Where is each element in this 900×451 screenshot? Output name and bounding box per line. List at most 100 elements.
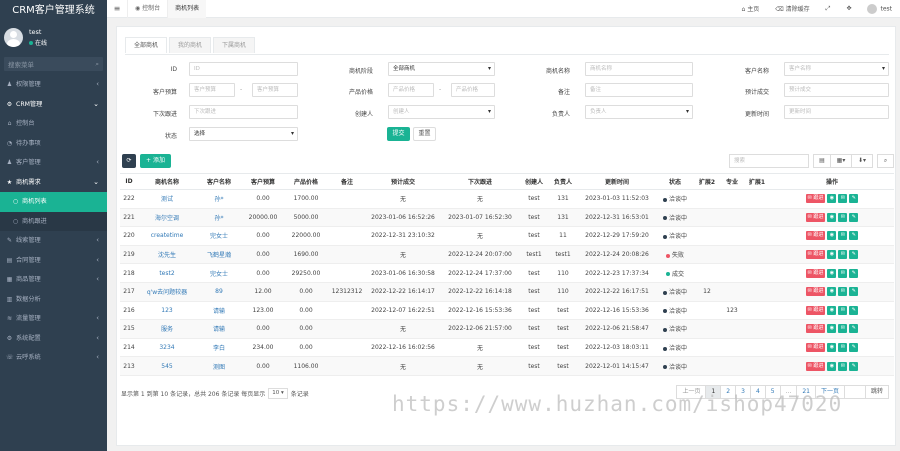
col-next-followup[interactable]: 下次跟进 [440,173,520,190]
table-cell-link[interactable]: q'w去问题较器 [138,282,196,302]
price-max-input[interactable]: 产品价格 [451,83,495,97]
message-button[interactable]: ✉ [838,361,848,371]
stage-select[interactable]: 全部商机 [388,62,495,76]
sidebar-item-products[interactable]: ▦ 商品管理 ‹ [0,270,107,290]
next-followup-input[interactable]: 下次跟进 [189,105,298,119]
table-cell-link[interactable]: test2 [138,263,196,283]
tab-dashboard[interactable]: ◉ 控制台 [127,0,167,18]
col-price[interactable]: 产品价格 [284,173,328,190]
search-icon[interactable]: ⌕ [95,60,99,69]
table-cell-link[interactable]: 89 [196,282,242,302]
tab-opportunity-list[interactable]: 商机列表 [167,0,207,18]
view-button[interactable]: ◉ [827,343,837,353]
table-cell-link[interactable]: 测图 [196,356,242,376]
view-button[interactable]: ◉ [827,250,837,260]
table-cell-link[interactable]: 测试 [138,189,196,209]
table-cell-link[interactable]: 海尔空调 [138,208,196,228]
col-expected[interactable]: 预计成交 [366,173,440,190]
columns-dropdown-icon[interactable]: ▦▾ [830,154,852,168]
menu-toggle-icon[interactable]: ≡ [107,4,127,13]
col-remark[interactable]: 备注 [328,173,366,190]
price-min-input[interactable]: 产品价格 [388,83,434,97]
status-select[interactable]: 选择 [189,127,298,141]
tab-all-opportunities[interactable]: 全部商机 [125,37,168,53]
table-cell-link[interactable]: 545 [138,356,196,376]
edit-button[interactable]: ✎ [849,324,859,334]
budget-max-input[interactable]: 客户预算 [252,83,298,97]
col-budget[interactable]: 客户预算 [242,173,284,190]
table-search-input[interactable]: 搜索 [729,154,809,168]
jump-button[interactable]: 跳转 [864,385,889,399]
table-cell-link[interactable]: 服务 [138,319,196,339]
page-jump-input[interactable] [843,385,866,399]
edit-button[interactable]: ✎ [849,305,859,315]
col-id[interactable]: ID [120,173,138,190]
creator-select[interactable]: 创建人 [388,105,495,119]
sidebar-item-leads[interactable]: ✎ 线索管理 ‹ [0,231,107,251]
message-button[interactable]: ✉ [838,343,848,353]
table-cell-link[interactable]: 123 [138,301,196,321]
followup-button[interactable]: ✉ 跟进 [805,305,826,315]
view-button[interactable]: ◉ [827,194,837,204]
fullscreen-icon[interactable]: ⤢ [818,5,839,13]
view-button[interactable]: ◉ [827,287,837,297]
sidebar-search[interactable]: 搜索菜单 ⌕ [4,57,103,71]
table-cell-link[interactable]: 飞鹤星瀚 [196,245,242,265]
id-input[interactable]: ID [189,62,298,76]
view-button[interactable]: ◉ [827,305,837,315]
table-cell-link[interactable]: 孙* [196,208,242,228]
message-button[interactable]: ✉ [838,212,848,222]
sidebar-item-opportunities[interactable]: ★ 商机需求 ⌄ [0,173,107,193]
view-button[interactable]: ◉ [827,268,837,278]
col-status[interactable]: 状态 [656,173,694,190]
col-creator[interactable]: 创建人 [520,173,548,190]
view-button[interactable]: ◉ [827,212,837,222]
sidebar-item-cloudcall[interactable]: ☏ 云呼系统 ‹ [0,348,107,368]
toggle-view-icon[interactable]: ▤ [813,154,831,168]
sidebar-item-customers[interactable]: ♟ 客户管理 ‹ [0,153,107,173]
clear-cache-button[interactable]: ⌫ 清除缓存 [767,4,817,13]
col-customer[interactable]: 客户名称 [196,173,242,190]
expected-input[interactable]: 预计成交 [784,83,889,97]
table-cell-link[interactable]: 沈先生 [138,245,196,265]
message-button[interactable]: ✉ [838,268,848,278]
table-cell-link[interactable]: 孙* [196,189,242,209]
table-cell-link[interactable]: 完女士 [196,263,242,283]
sidebar-item-contracts[interactable]: ▤ 合同管理 ‹ [0,251,107,271]
view-button[interactable]: ◉ [827,324,837,334]
message-button[interactable]: ✉ [838,194,848,204]
name-input[interactable]: 商机名称 [585,62,693,76]
sidebar-item-traffic[interactable]: ≋ 流量管理 ‹ [0,309,107,329]
customer-select[interactable]: 客户名称 [784,62,889,76]
sidebar-item-permissions[interactable]: ♟ 权限管理 ‹ [0,75,107,95]
edit-button[interactable]: ✎ [849,212,859,222]
edit-button[interactable]: ✎ [849,287,859,297]
budget-min-input[interactable]: 客户预算 [189,83,235,97]
followup-button[interactable]: ✉ 跟进 [805,324,826,334]
table-cell-link[interactable]: 请输 [196,319,242,339]
col-major[interactable]: 专业 [720,173,744,190]
user-menu[interactable]: test [859,3,900,14]
table-cell-link[interactable]: 请输 [196,301,242,321]
col-update-time[interactable]: 更新时间 [578,173,656,190]
edit-button[interactable]: ✎ [849,343,859,353]
followup-button[interactable]: ✉ 跟进 [805,343,826,353]
col-ext1[interactable]: 扩展1 [744,173,770,190]
table-cell-link[interactable]: 完女士 [196,226,242,246]
col-name[interactable]: 商机名称 [138,173,196,190]
owner-select[interactable]: 负责人 [585,105,693,119]
sidebar-item-crm[interactable]: ⚙ CRM管理 ⌄ [0,95,107,115]
followup-button[interactable]: ✉ 跟进 [805,212,826,222]
followup-button[interactable]: ✉ 跟进 [805,250,826,260]
page-size-select[interactable]: 10 ▾ [268,388,288,399]
submit-button[interactable]: 提交 [387,127,410,141]
followup-button[interactable]: ✉ 跟进 [805,268,826,278]
sidebar-item-opportunity-followup[interactable]: ○ 商机跟进 [0,211,107,231]
home-link[interactable]: ⌂ 主页 [733,4,767,13]
table-cell-link[interactable]: createtime [138,226,196,246]
col-ext2[interactable]: 扩展2 [694,173,720,190]
followup-button[interactable]: ✉ 跟进 [805,194,826,204]
expand-icon[interactable]: ✥ [838,5,859,12]
edit-button[interactable]: ✎ [849,268,859,278]
view-button[interactable]: ◉ [827,231,837,241]
